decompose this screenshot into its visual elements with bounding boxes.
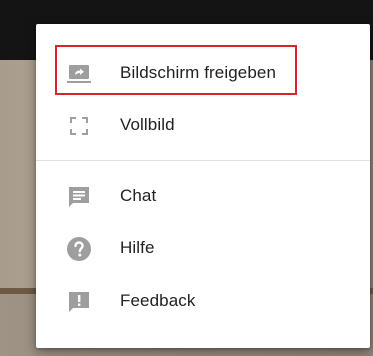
menu-item-help[interactable]: Hilfe — [36, 224, 370, 272]
feedback-icon — [66, 289, 92, 315]
menu-item-label: Hilfe — [120, 238, 155, 257]
overflow-menu: Bildschirm freigeben Vollbild Chat Hilfe… — [36, 24, 370, 348]
menu-item-label: Feedback — [120, 291, 196, 310]
menu-item-fullscreen[interactable]: Vollbild — [36, 101, 370, 149]
menu-item-chat[interactable]: Chat — [36, 172, 370, 220]
menu-item-label: Chat — [120, 186, 157, 205]
menu-item-label: Vollbild — [120, 115, 175, 134]
fullscreen-icon — [66, 113, 92, 139]
help-icon — [66, 236, 92, 262]
chat-icon — [66, 184, 92, 210]
screen-share-icon — [66, 61, 92, 87]
menu-item-screen-share[interactable]: Bildschirm freigeben — [36, 49, 370, 97]
menu-divider — [36, 160, 370, 161]
menu-item-feedback[interactable]: Feedback — [36, 277, 370, 325]
menu-item-label: Bildschirm freigeben — [120, 63, 277, 82]
